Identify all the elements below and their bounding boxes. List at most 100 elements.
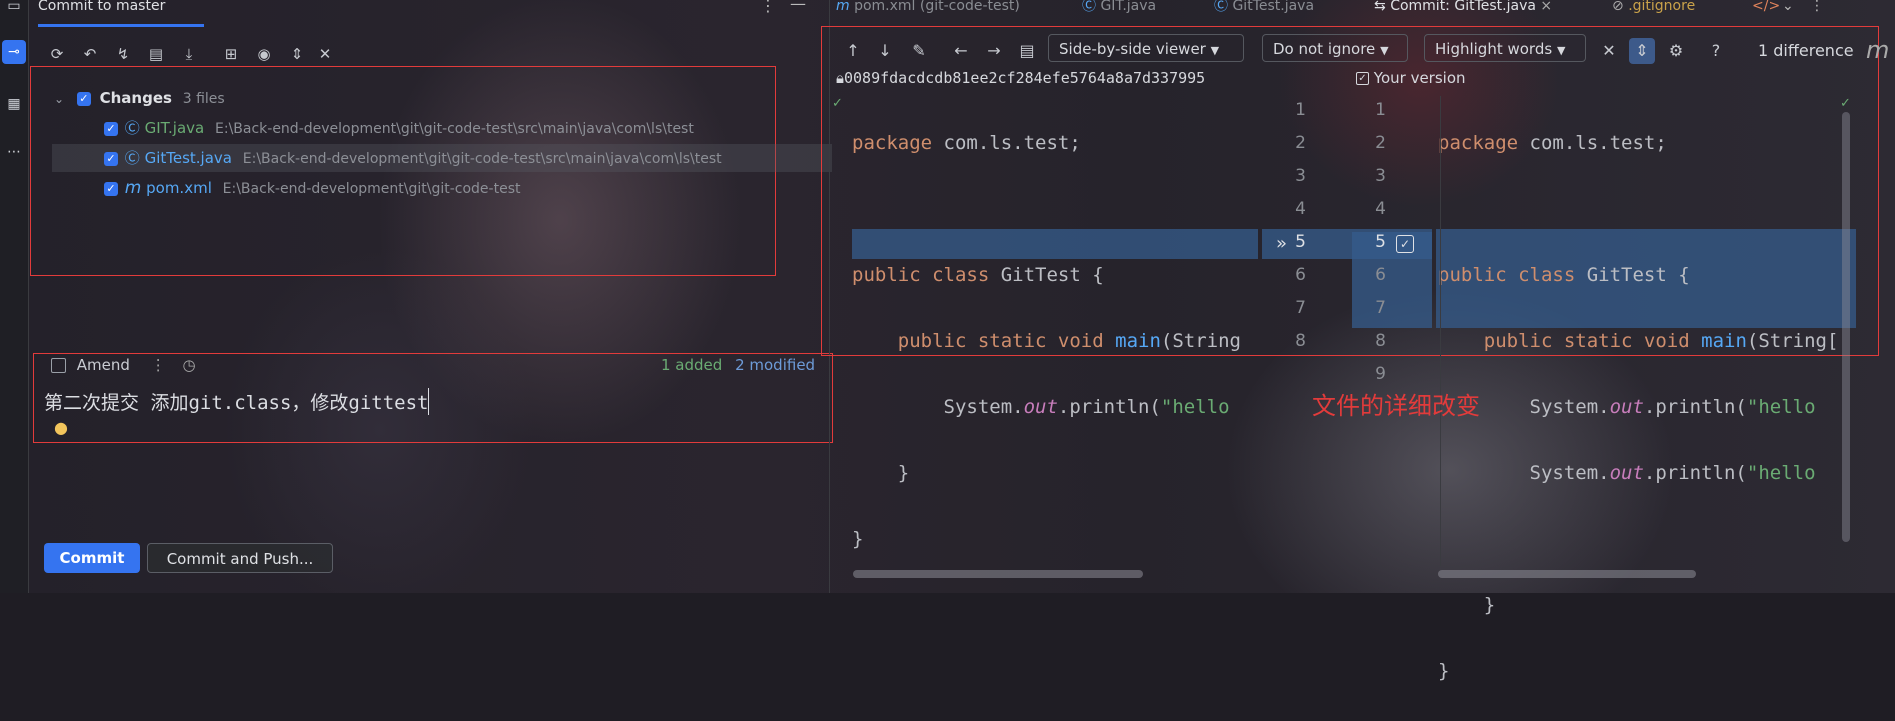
group-by-icon[interactable]: ⊞ [220,43,242,65]
class-icon: Ⓒ [124,119,140,137]
changes-group-row[interactable]: ⌄ ✓ Changes 3 files [54,86,225,110]
include-change-checkbox[interactable]: ✓ [1396,235,1414,253]
tab-options-icon[interactable]: ⋮ [1810,0,1824,16]
expand-all-icon[interactable]: ⇕ [286,43,308,65]
options-icon[interactable]: ⋮ [760,0,776,15]
ignore-dropdown[interactable]: Do not ignore ▼ [1262,34,1408,62]
code-line: System.out.println("hello [1438,396,1816,418]
tab-pom-xml[interactable]: m pom.xml (git-code-test) [836,0,1020,16]
file-name: pom.xml [146,179,212,197]
file-path: E:\Back-end-development\git\git-code-tes… [222,181,521,197]
file-row-gittest-java[interactable]: ✓ Ⓒ GitTest.java E:\Back-end-development… [104,146,722,170]
tab-gittest-java[interactable]: Ⓒ GitTest.java [1214,0,1314,16]
shelf-icon[interactable]: ▤ [145,43,167,65]
line-number: 2 [1295,133,1306,153]
update-icon[interactable]: ↯ [112,43,134,65]
code-line: package com.ls.test; [852,132,1081,154]
tab-commit-to-master[interactable]: Commit to master [38,0,204,26]
tab-label: Commit: GitTest.java [1390,0,1536,14]
help-icon[interactable]: ? [1705,38,1727,64]
edit-icon[interactable]: ✎ [908,38,930,64]
tab-gitignore[interactable]: ⊘ .gitignore [1612,0,1695,16]
view-options-icon[interactable]: ◉ [253,43,275,65]
close-icon[interactable]: × [1540,0,1552,14]
commit-tool-icon[interactable]: ⊸ [2,40,26,64]
your-version-checkbox[interactable]: ✓ [1356,72,1369,85]
rollback-icon[interactable]: ↶ [79,43,101,65]
diff-icon: ⇆ [1374,0,1386,14]
history-icon[interactable]: ◷ [182,356,195,374]
amend-row[interactable]: Amend ⋮ ◷ [51,355,196,375]
file-path: E:\Back-end-development\git\git-code-tes… [242,151,722,167]
difference-count: 1 difference [1758,41,1854,60]
file-checkbox[interactable]: ✓ [104,151,118,166]
line-number: 3 [1375,166,1386,186]
active-tab-indicator [38,24,204,27]
amend-checkbox[interactable] [51,358,66,373]
tab-commit-gittest[interactable]: ⇆ Commit: GitTest.java × [1374,0,1552,16]
sync-scroll-icon[interactable]: ⇕ [1629,38,1655,64]
structure-icon[interactable]: ▦ [2,92,26,116]
apply-change-icon[interactable]: » [1276,233,1287,254]
line-number: 8 [1295,331,1306,351]
file-checkbox[interactable]: ✓ [104,121,118,136]
file-path: E:\Back-end-development\git\git-code-tes… [215,121,694,137]
code-line: package com.ls.test; [1438,132,1667,154]
commit-and-push-button[interactable]: Commit and Push... [147,543,333,573]
maven-side-icon[interactable]: m [1866,36,1889,64]
file-name: GitTest.java [144,149,232,167]
right-code: package com.ls.test; public class GitTes… [1438,94,1838,721]
project-icon[interactable]: ▭ [2,0,26,18]
code-line: public class GitTest { [1438,264,1690,286]
file-row-pom-xml[interactable]: ✓ m pom.xml E:\Back-end-development\git\… [104,176,520,200]
settings-icon[interactable]: ⚙ [1665,38,1687,64]
line-number: 4 [1295,199,1306,219]
line-number: 5 [1375,232,1386,252]
line-number: 1 [1295,100,1306,120]
amend-options-icon[interactable]: ⋮ [151,356,166,374]
refresh-icon[interactable]: ⟳ [46,43,68,65]
commit-button[interactable]: Commit [44,543,140,573]
vertical-scrollbar[interactable] [1842,112,1850,542]
file-checkbox[interactable]: ✓ [104,181,118,196]
next-difference-icon[interactable]: ↓ [874,38,896,64]
code-line: public static void main(String[ [1438,330,1839,352]
collapse-unchanged-icon[interactable]: ✕ [1598,38,1620,64]
more-icon[interactable]: ⋯ [2,140,26,164]
your-version-label: Your version [1373,69,1466,87]
line-number: 7 [1375,298,1386,318]
collapse-all-icon[interactable]: ✕ [314,43,336,65]
lightbulb-icon[interactable]: ● [54,418,68,437]
right-horizontal-scrollbar[interactable] [1438,570,1696,578]
code-line: } [1438,594,1496,616]
chevron-down-icon[interactable]: ⌄ [1782,0,1794,16]
highlight-dropdown[interactable]: Highlight words ▼ [1424,34,1586,62]
tab-label: pom.xml (git-code-test) [854,0,1020,14]
line-number: 4 [1375,199,1386,219]
line-number: 6 [1375,265,1386,285]
line-number: 7 [1295,298,1306,318]
back-icon[interactable]: ← [950,38,972,64]
minimize-icon[interactable]: — [790,0,806,13]
changes-checkbox[interactable]: ✓ [76,91,91,106]
chevron-down-icon[interactable]: ⌄ [54,92,64,106]
forward-icon[interactable]: → [983,38,1005,64]
check-icon: ✓ [832,96,843,111]
document-icon[interactable]: ▤ [1016,38,1038,64]
code-line: public static void main(String [852,330,1241,352]
file-row-git-java[interactable]: ✓ Ⓒ GIT.java E:\Back-end-development\git… [104,116,694,140]
ignore-label: Do not ignore [1273,40,1376,58]
commit-message-input[interactable]: 第二次提交 添加git.class，修改gittest [44,388,430,415]
tab-commit-label: Commit to master [38,0,166,14]
left-code: package com.ls.test; public class GitTes… [852,94,1241,589]
download-icon[interactable]: ⤓ [178,43,200,65]
code-line: } [852,528,864,550]
prev-difference-icon[interactable]: ↑ [842,38,864,64]
code-icon[interactable]: </> [1752,0,1780,16]
viewer-dropdown[interactable]: Side-by-side viewer ▼ [1048,34,1244,62]
tab-git-java[interactable]: Ⓒ GIT.java [1082,0,1156,16]
left-revision-header: 🔒︎0089fdacdcdb81ee2cf284efe5764a8a7d3379… [836,68,1205,88]
left-horizontal-scrollbar[interactable] [853,570,1143,578]
right-editor-border [1440,96,1441,566]
